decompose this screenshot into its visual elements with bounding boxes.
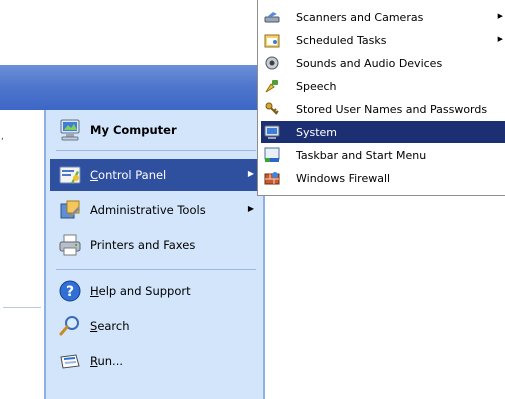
menu-item-printers-faxes[interactable]: Printers and Faxes <box>50 229 260 261</box>
menu-item-my-computer[interactable]: My Computer <box>50 114 260 146</box>
flyout-item-scanners-cameras[interactable]: Scanners and Cameras ▶ <box>261 6 505 28</box>
flyout-item-sounds-audio[interactable]: Sounds and Audio Devices <box>261 52 505 74</box>
flyout-item-label: Stored User Names and Passwords <box>296 102 488 116</box>
flyout-item-label: Windows Firewall <box>296 171 391 185</box>
left-column-divider <box>3 307 41 308</box>
run-icon <box>56 347 84 375</box>
control-panel-flyout: Scanners and Cameras ▶ Scheduled Tasks ▶… <box>257 0 505 196</box>
menu-item-label: Administrative Tools <box>90 203 206 217</box>
flyout-item-speech[interactable]: Speech <box>261 75 505 97</box>
menu-item-label: My Computer <box>90 123 177 137</box>
control-panel-icon <box>56 161 84 189</box>
start-menu-right-column: My Computer Control Panel ▶ Administrati… <box>46 110 265 399</box>
menu-item-label: Printers and Faxes <box>90 238 196 252</box>
flyout-item-label: Taskbar and Start Menu <box>296 148 427 162</box>
flyout-item-taskbar-start[interactable]: Taskbar and Start Menu <box>261 144 505 166</box>
menu-item-label: Control Panel <box>90 168 167 182</box>
help-icon: ? <box>56 277 84 305</box>
submenu-arrow-icon: ▶ <box>247 204 254 213</box>
left-column-mark: , <box>1 132 4 142</box>
flyout-item-label: System <box>296 125 338 139</box>
menu-item-control-panel[interactable]: Control Panel ▶ <box>50 159 260 191</box>
menu-item-search[interactable]: Search <box>50 310 260 342</box>
flyout-item-label: Speech <box>296 79 337 93</box>
flyout-item-stored-passwords[interactable]: Stored User Names and Passwords <box>261 98 505 120</box>
flyout-item-label: Sounds and Audio Devices <box>296 56 443 70</box>
firewall-icon <box>263 170 280 187</box>
search-icon <box>56 312 84 340</box>
printers-faxes-icon <box>56 231 84 259</box>
taskbar-icon <box>263 147 280 164</box>
my-computer-icon <box>56 116 84 144</box>
menu-separator <box>56 150 256 151</box>
sounds-icon <box>263 55 280 72</box>
system-icon <box>263 124 280 141</box>
flyout-item-scheduled-tasks[interactable]: Scheduled Tasks ▶ <box>261 29 505 51</box>
flyout-item-windows-firewall[interactable]: Windows Firewall <box>261 167 505 189</box>
menu-item-run[interactable]: Run... <box>50 345 260 377</box>
submenu-arrow-icon: ▶ <box>247 169 254 178</box>
menu-item-label: Help and Support <box>90 284 191 298</box>
flyout-item-label: Scheduled Tasks <box>296 33 387 47</box>
submenu-arrow-icon: ▶ <box>497 35 503 43</box>
start-menu: , My Computer Control Panel ▶ Administra… <box>0 65 265 399</box>
flyout-item-system[interactable]: System <box>261 121 505 143</box>
administrative-tools-icon <box>56 196 84 224</box>
start-menu-header <box>0 65 265 110</box>
speech-icon <box>263 78 280 95</box>
menu-item-help-support[interactable]: ? Help and Support <box>50 275 260 307</box>
submenu-arrow-icon: ▶ <box>497 12 503 20</box>
scheduled-tasks-icon <box>263 32 280 49</box>
menu-item-label: Search <box>90 319 130 333</box>
menu-separator <box>56 269 256 270</box>
start-menu-left-column: , <box>0 110 44 399</box>
flyout-item-label: Scanners and Cameras <box>296 10 424 24</box>
svg-text:?: ? <box>66 284 74 300</box>
menu-item-label: Run... <box>90 354 124 368</box>
menu-item-administrative-tools[interactable]: Administrative Tools ▶ <box>50 194 260 226</box>
scanner-camera-icon <box>263 9 280 26</box>
keys-icon <box>263 101 280 118</box>
